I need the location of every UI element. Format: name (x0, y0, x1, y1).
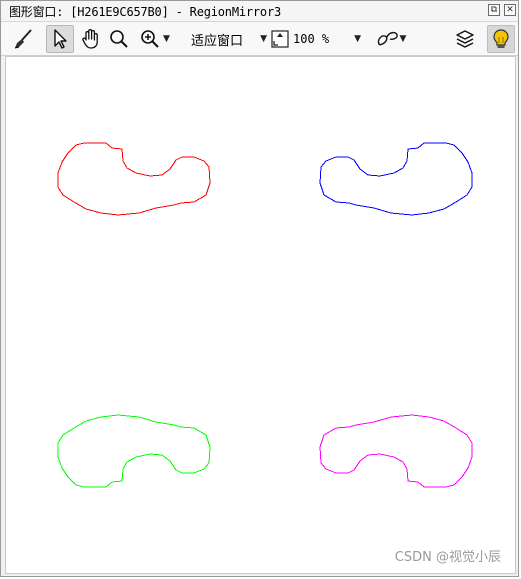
zoom-in-button[interactable]: ▼ (136, 25, 174, 53)
graphics-window: 图形窗口: [H261E9C657B0] - RegionMirror3 ⧉ ✕ (0, 0, 519, 577)
layers-icon (456, 30, 474, 48)
brush-button[interactable] (11, 25, 37, 53)
region-mirror-vertical (57, 414, 211, 488)
chevron-down-icon: ▼ (160, 34, 170, 44)
brush-icon (14, 29, 32, 49)
lightbulb-icon (493, 29, 509, 48)
watermark: CSDN @视觉小辰 (394, 550, 501, 565)
hand-pan-icon (82, 29, 98, 49)
window-title: 图形窗口: [H261E9C657B0] - RegionMirror3 (9, 5, 281, 19)
magnify-icon (110, 30, 128, 48)
region-mirror-horizontal (319, 142, 473, 216)
region-original (57, 142, 211, 216)
chevron-down-icon: ▼ (399, 34, 407, 44)
magnify-button[interactable] (107, 25, 131, 53)
title-bar: 图形窗口: [H261E9C657B0] - RegionMirror3 ⧉ ✕ (1, 1, 518, 22)
fit-window-dropdown[interactable]: 适应窗口 ▼ (191, 25, 267, 53)
pointer-icon (54, 29, 67, 49)
zoom-fit-icon (271, 30, 289, 48)
draw-region-icon (377, 31, 398, 46)
zoom-level-value: 100 % (293, 32, 330, 46)
region-mirror-both (319, 414, 473, 488)
close-icon[interactable]: ✕ (504, 4, 516, 16)
regions-layer (57, 142, 473, 488)
restore-icon[interactable]: ⧉ (488, 4, 500, 16)
pan-button[interactable] (78, 25, 104, 53)
fit-window-label: 适应窗口 (191, 32, 244, 48)
graphics-canvas[interactable]: CSDN @视觉小辰 (5, 56, 516, 574)
toolbar: ▼ 适应窗口 ▼ 100 % ▼ ▼ (1, 22, 518, 56)
tip-button[interactable] (487, 25, 515, 53)
zoom-level-dropdown[interactable]: 100 % ▼ (271, 25, 363, 53)
pointer-button[interactable] (46, 25, 74, 53)
draw-mode-button[interactable]: ▼ (371, 25, 411, 53)
chevron-down-icon: ▼ (260, 34, 267, 44)
zoom-in-icon (141, 30, 159, 48)
chevron-down-icon: ▼ (354, 34, 361, 44)
layers-button[interactable] (452, 25, 478, 53)
